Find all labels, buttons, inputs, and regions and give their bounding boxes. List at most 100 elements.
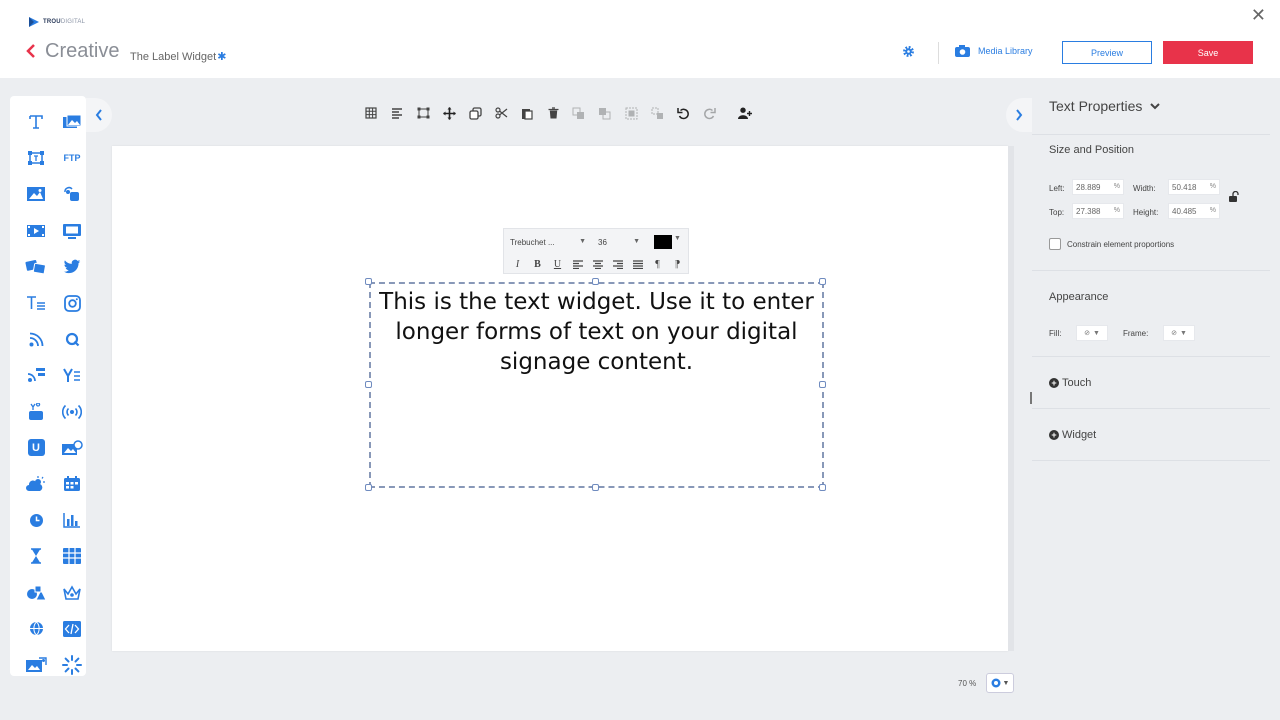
media-library-button[interactable]: Media Library: [955, 45, 1033, 57]
justify-button[interactable]: [628, 256, 647, 272]
fit-icon[interactable]: [412, 103, 434, 123]
image-icon[interactable]: [18, 176, 54, 212]
bring-front-icon[interactable]: [568, 103, 590, 123]
slideshow-icon[interactable]: [18, 647, 54, 683]
paste-icon[interactable]: [516, 103, 538, 123]
screen-icon[interactable]: [54, 213, 90, 249]
youtube-icon[interactable]: [18, 394, 54, 430]
resize-handle-n[interactable]: [592, 278, 599, 285]
touch-icon[interactable]: [54, 176, 90, 212]
text-icon[interactable]: [18, 104, 54, 140]
broadcast-icon[interactable]: [54, 394, 90, 430]
align-icon[interactable]: [386, 103, 408, 123]
zoom-select[interactable]: ▼: [986, 673, 1014, 693]
rss-icon[interactable]: [18, 321, 54, 357]
search-query-icon[interactable]: [54, 321, 90, 357]
widget-section-toggle[interactable]: + Widget: [1049, 429, 1096, 441]
align-left-button[interactable]: [568, 256, 587, 272]
frame-color-select[interactable]: ⊘ ▼: [1163, 325, 1195, 341]
height-value[interactable]: 40.485: [1172, 207, 1196, 216]
ftp-icon[interactable]: FTP: [54, 140, 90, 176]
widget-label[interactable]: Widget: [1062, 429, 1096, 441]
resize-handle-ne[interactable]: [819, 278, 826, 285]
media-library-label[interactable]: Media Library: [978, 46, 1033, 56]
width-input[interactable]: 50.418%: [1168, 179, 1220, 195]
top-input[interactable]: 27.388%: [1072, 203, 1124, 219]
send-back-icon[interactable]: [594, 103, 616, 123]
delete-icon[interactable]: [542, 103, 564, 123]
text-widget-content[interactable]: This is the text widget. Use it to enter…: [371, 287, 822, 377]
move-icon[interactable]: [438, 103, 460, 123]
fill-color-select[interactable]: ⊘ ▼: [1076, 325, 1108, 341]
underline-button[interactable]: U: [548, 256, 567, 272]
code-icon[interactable]: [54, 611, 90, 647]
weather-icon[interactable]: [18, 466, 54, 502]
image-360-icon[interactable]: [54, 430, 90, 466]
font-family-select[interactable]: Trebuchet ... ▼: [508, 234, 588, 250]
back-chevron-icon[interactable]: [26, 44, 36, 63]
undo-icon[interactable]: [672, 103, 694, 123]
crown-icon[interactable]: [54, 574, 90, 610]
resize-handle-sw[interactable]: [365, 484, 372, 491]
left-value[interactable]: 28.889: [1076, 183, 1100, 192]
properties-title-label[interactable]: Text Properties: [1049, 98, 1142, 114]
resize-handle-s[interactable]: [592, 484, 599, 491]
feeds-icon[interactable]: [18, 249, 54, 285]
constrain-label[interactable]: Constrain element proportions: [1067, 240, 1174, 249]
u-badge-icon[interactable]: U: [18, 430, 54, 466]
bold-button[interactable]: B: [528, 256, 547, 272]
bar-chart-icon[interactable]: [54, 502, 90, 538]
italic-button[interactable]: I: [508, 256, 527, 272]
align-right-button[interactable]: [608, 256, 627, 272]
video-icon[interactable]: [18, 213, 54, 249]
instagram-icon[interactable]: [54, 285, 90, 321]
text-widget[interactable]: This is the text widget. Use it to enter…: [369, 282, 824, 488]
ungroup-icon[interactable]: [646, 103, 668, 123]
lock-icon[interactable]: [1228, 190, 1240, 208]
grid-icon[interactable]: [360, 103, 382, 123]
resize-handle-e[interactable]: [819, 381, 826, 388]
preview-button[interactable]: Preview: [1062, 41, 1152, 64]
constrain-checkbox[interactable]: [1049, 238, 1061, 250]
widget-name[interactable]: The Label Widget✱: [130, 50, 226, 63]
spinner-icon[interactable]: [54, 647, 90, 683]
resize-handle-nw[interactable]: [365, 278, 372, 285]
resize-handle-se[interactable]: [819, 484, 826, 491]
top-value[interactable]: 27.388: [1076, 207, 1100, 216]
close-icon[interactable]: ✕: [1251, 6, 1266, 24]
font-size-select[interactable]: 36 ▼: [596, 234, 642, 250]
collapse-left-button[interactable]: [86, 98, 112, 132]
text-list-icon[interactable]: [18, 285, 54, 321]
yammer-icon[interactable]: [54, 357, 90, 393]
add-user-icon[interactable]: [734, 103, 756, 123]
table-icon[interactable]: [54, 538, 90, 574]
align-center-button[interactable]: [588, 256, 607, 272]
collapse-right-button[interactable]: [1006, 98, 1032, 132]
clock-icon[interactable]: [18, 502, 54, 538]
shapes-icon[interactable]: [18, 574, 54, 610]
gear-icon[interactable]: [902, 45, 915, 63]
chevron-down-icon[interactable]: ▼: [674, 235, 681, 242]
copy-icon[interactable]: [464, 103, 486, 123]
touch-section-toggle[interactable]: + Touch: [1049, 377, 1091, 389]
widget-name-label[interactable]: The Label Widget: [130, 51, 216, 63]
constrain-proportions[interactable]: Constrain element proportions: [1049, 238, 1174, 250]
group-icon[interactable]: [620, 103, 642, 123]
left-input[interactable]: 28.889%: [1072, 179, 1124, 195]
globe-icon[interactable]: [18, 611, 54, 647]
cut-icon[interactable]: [490, 103, 512, 123]
image-gallery-icon[interactable]: [54, 104, 90, 140]
rtl-button[interactable]: ¶: [668, 256, 687, 272]
save-button[interactable]: Save: [1163, 41, 1253, 64]
ltr-button[interactable]: ¶: [648, 256, 667, 272]
redo-icon[interactable]: [698, 103, 720, 123]
hourglass-icon[interactable]: [18, 538, 54, 574]
calendar-icon[interactable]: [54, 466, 90, 502]
resize-handle-w[interactable]: [365, 381, 372, 388]
rss-cards-icon[interactable]: [18, 357, 54, 393]
touch-label[interactable]: Touch: [1062, 377, 1091, 389]
font-color-swatch[interactable]: [654, 235, 672, 249]
height-input[interactable]: 40.485%: [1168, 203, 1220, 219]
frame-icon[interactable]: [18, 140, 54, 176]
twitter-icon[interactable]: [54, 249, 90, 285]
